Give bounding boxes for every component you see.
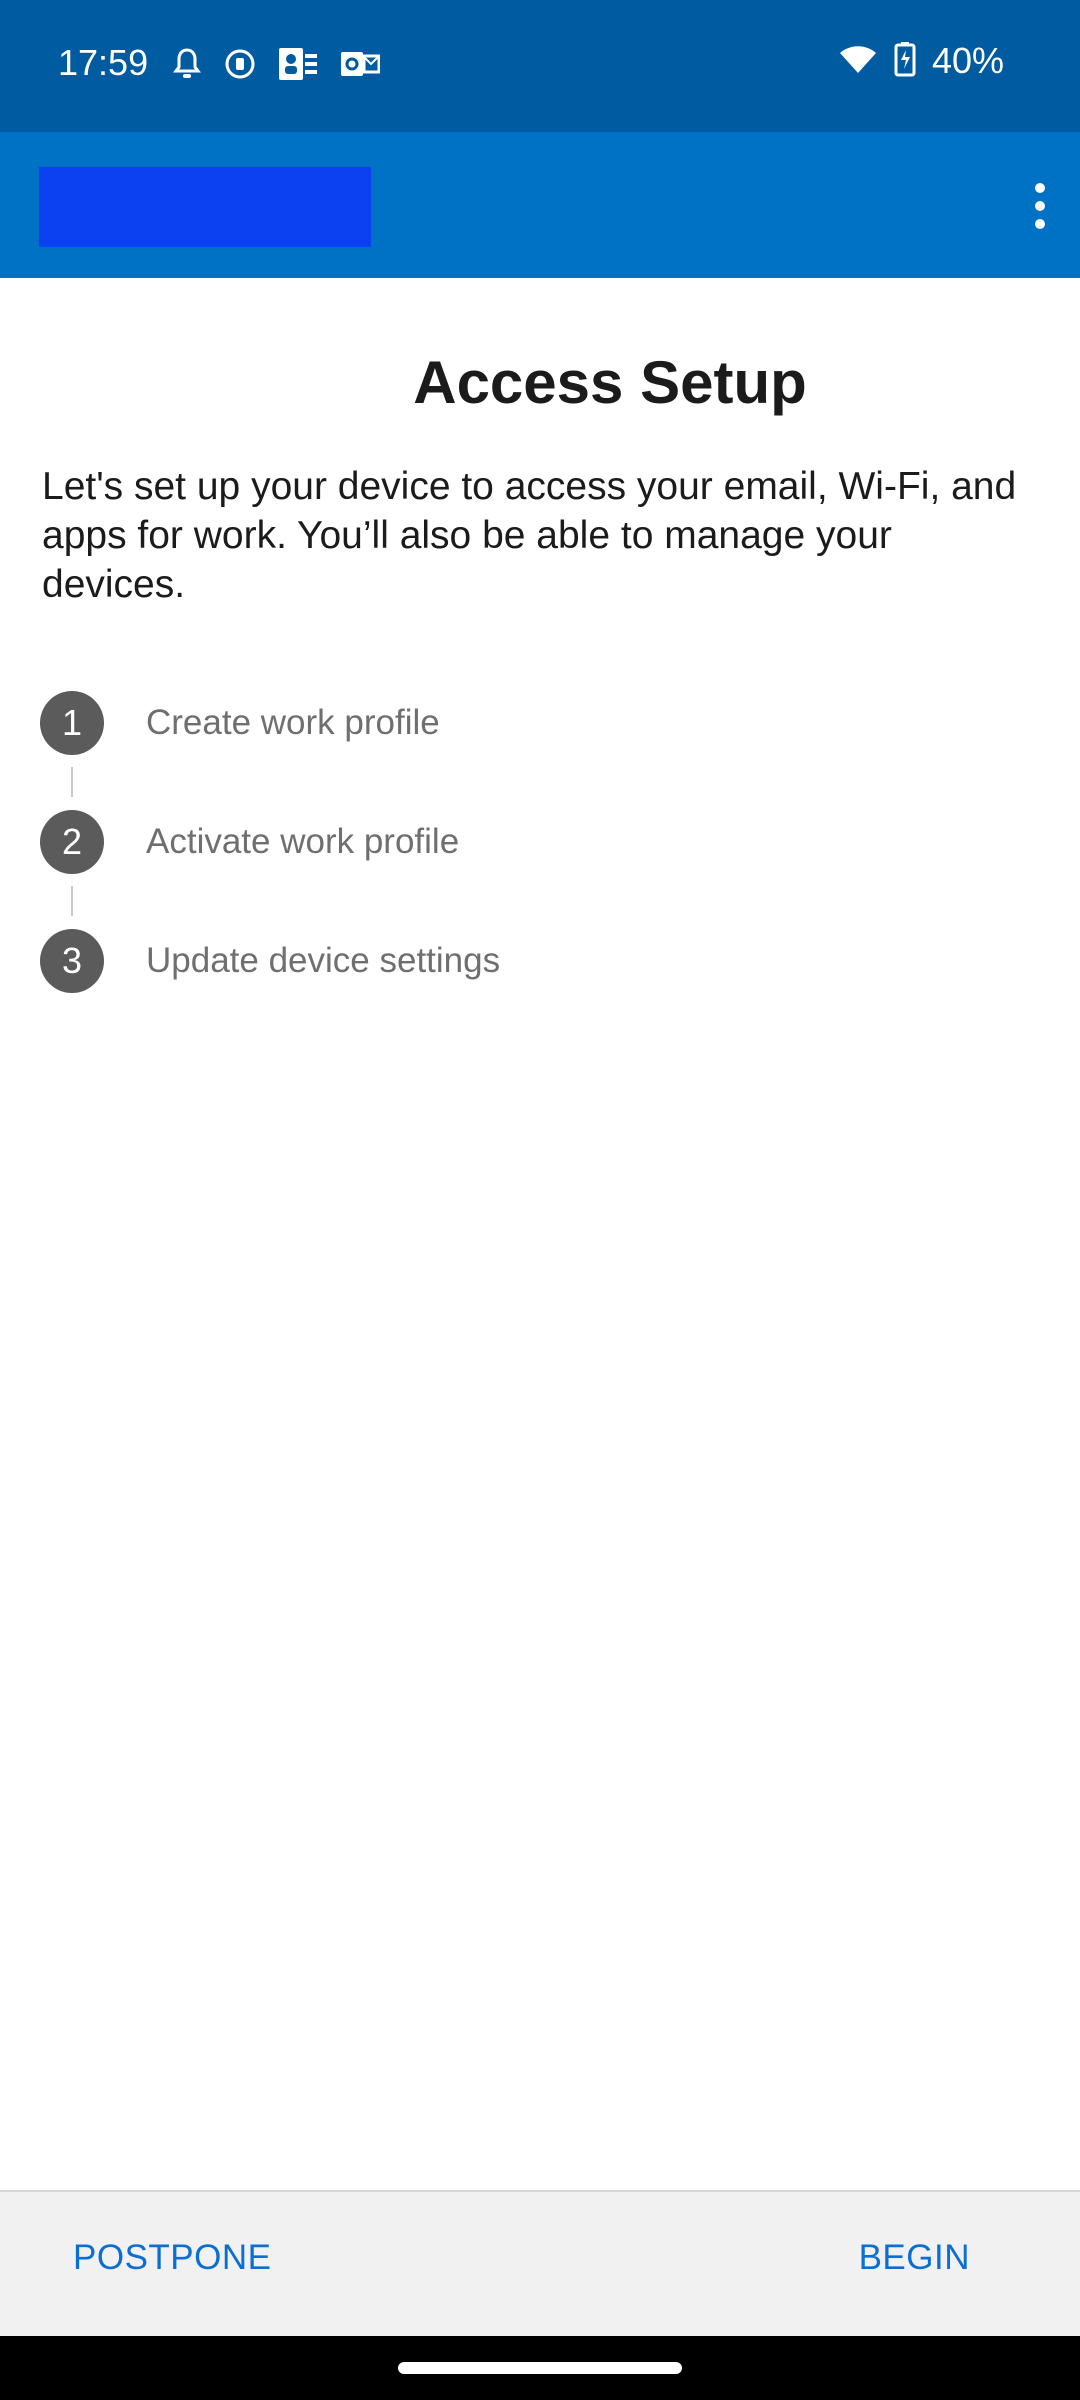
page-title: Access Setup	[413, 349, 807, 416]
step-number: 1	[40, 691, 104, 755]
intro-text: Let's set up your device to access your …	[42, 465, 1017, 606]
postpone-button[interactable]: POSTPONE	[73, 2238, 271, 2278]
navigation-bar	[0, 2336, 1080, 2400]
step-create-work-profile: 1 Create work profile	[40, 691, 1040, 755]
step-number: 2	[40, 810, 104, 874]
setup-steps: 1 Create work profile 2 Activate work pr…	[40, 691, 1040, 993]
title-area: Access Setup	[0, 0, 1080, 460]
step-label: Activate work profile	[146, 822, 460, 861]
action-bar: POSTPONE BEGIN	[0, 2190, 1080, 2336]
step-label: Create work profile	[146, 703, 440, 742]
step-connector	[71, 767, 73, 797]
step-label: Update device settings	[146, 941, 501, 980]
step-connector	[71, 886, 73, 916]
step-number: 3	[40, 929, 104, 993]
step-update-device-settings: 3 Update device settings	[40, 929, 1040, 993]
begin-button[interactable]: BEGIN	[859, 2238, 970, 2278]
step-activate-work-profile: 2 Activate work profile	[40, 810, 1040, 874]
screen: 17:59 40% Access Setup Let's set up your…	[0, 0, 1080, 2400]
home-indicator[interactable]	[398, 2362, 682, 2374]
